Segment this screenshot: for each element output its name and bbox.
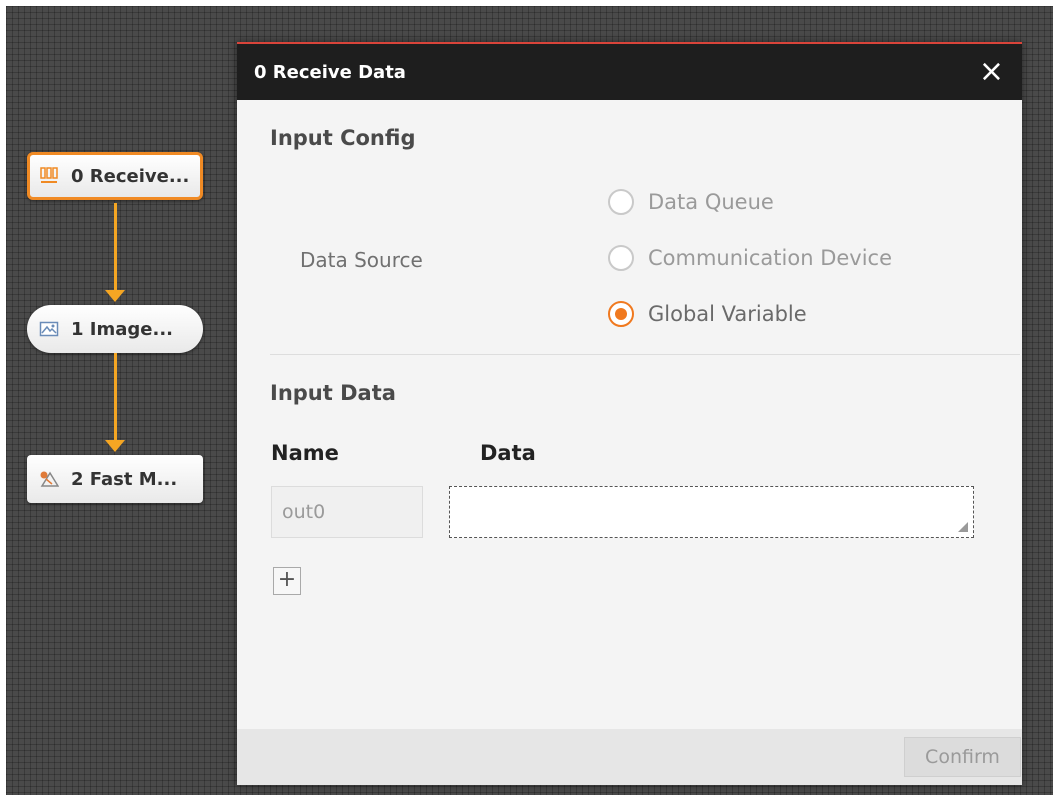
connector-arrow-icon [105,290,125,302]
image-icon [39,319,59,339]
dialog-footer: Confirm [237,729,1022,785]
radio-label: Communication Device [648,246,893,270]
resize-grip-icon[interactable] [958,522,968,532]
input-data-heading: Input Data [270,381,396,405]
flow-node-label: 0 Receive... [71,165,190,187]
dialog-title: 0 Receive Data [254,61,406,83]
connector-arrow-icon [105,440,125,452]
receive-data-dialog: 0 Receive Data × Input Config Data Sourc… [237,42,1022,785]
radio-communication-device[interactable]: Communication Device [608,245,892,271]
flow-connector [114,353,117,443]
flow-connector [114,203,117,293]
radio-label: Data Queue [648,190,774,214]
data-field[interactable] [449,486,974,538]
confirm-button[interactable]: Confirm [904,737,1021,777]
flow-node-receive-data[interactable]: 0 Receive... [27,152,203,200]
radio-label: Global Variable [648,302,807,326]
flow-node-image[interactable]: 1 Image... [27,305,203,353]
section-divider [270,354,1020,355]
name-column-header: Name [271,441,339,465]
radio-button-selected-icon [608,301,634,327]
data-column-header: Data [480,441,536,465]
close-icon[interactable]: × [979,57,1004,87]
name-field[interactable] [271,486,423,538]
radio-button-icon [608,189,634,215]
fast-match-icon [39,469,59,489]
flow-node-label: 1 Image... [71,318,173,340]
flow-node-label: 2 Fast M... [71,468,178,490]
dialog-titlebar: 0 Receive Data × [237,44,1022,100]
input-config-heading: Input Config [270,126,416,150]
radio-global-variable[interactable]: Global Variable [608,301,807,327]
radio-button-icon [608,245,634,271]
data-source-label: Data Source [300,248,423,272]
receive-data-icon [39,166,59,186]
add-row-button[interactable]: + [273,567,301,595]
radio-data-queue[interactable]: Data Queue [608,189,774,215]
flow-node-fast-match[interactable]: 2 Fast M... [27,455,203,503]
